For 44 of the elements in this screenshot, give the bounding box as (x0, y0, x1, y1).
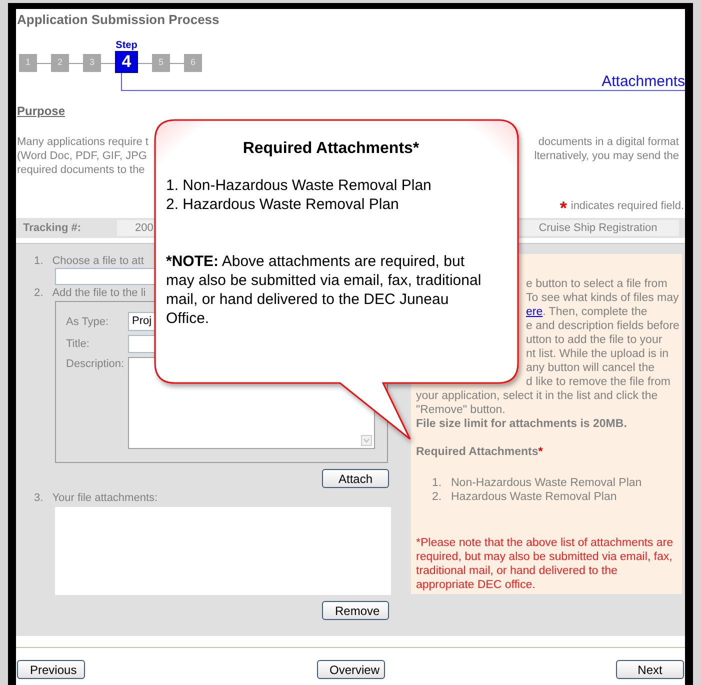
help-text: . Then, complete the (542, 306, 648, 318)
step-caption: Step (116, 40, 138, 51)
step-label: Your file attachments: (52, 491, 158, 505)
purpose-text: (Word Doc, PDF, GIF, JPG (17, 149, 147, 163)
help-text: d like to remove the file from (526, 376, 670, 388)
step-number: 1. (34, 254, 44, 268)
required-asterisk: * (560, 197, 567, 215)
help-text: any button will cancel the (526, 362, 654, 374)
purpose-text: lternatively, you may send the (534, 149, 679, 163)
page-title: Application Submission Process (16, 11, 220, 28)
purpose-heading: Purpose (16, 104, 66, 118)
tracking-label: Tracking #: (22, 220, 82, 236)
help-text: To see what kinds of files may (526, 292, 679, 304)
section-title: Attachments (602, 73, 685, 90)
callout-item: 2. Hazardous Waste Removal Plan (166, 195, 400, 214)
required-attachment-item: Non-Hazardous Waste Removal Plan (451, 476, 642, 490)
help-text: utton to add the file to your (526, 334, 662, 346)
step-number: 3. (34, 491, 44, 505)
callout-note: *NOTE: Above attachments are required, but may also be submitted via email, fax, traditional mail, or hand delivered to the DEC Juneau Office. (166, 252, 482, 328)
help-text: your application, select it in the list and click the (416, 389, 659, 403)
help-text: nt list. While the upload is in (526, 348, 669, 360)
required-asterisk: * (538, 445, 543, 459)
help-text: e and description fields before (526, 320, 680, 332)
size-limit-text: File size limit for attachments is 20MB. (416, 417, 628, 431)
help-text: "Remove" button. (416, 403, 506, 417)
purpose-text: documents in a digital format (538, 135, 679, 149)
purpose-text: required documents to the (17, 163, 145, 177)
help-text: e button to select a file from (526, 278, 668, 290)
step-label: Choose a file to att (52, 254, 144, 268)
callout-title: Required Attachments* (242, 139, 420, 158)
field-label: Description: (66, 357, 126, 371)
field-label: Title: (66, 337, 90, 351)
step-number: 2. (34, 286, 44, 300)
field-label: As Type: (66, 314, 110, 328)
purpose-text: Many applications require t (17, 135, 148, 149)
list-number: 1. (432, 476, 443, 490)
application-type: Cruise Ship Registration (517, 220, 679, 236)
callout-item: 1. Non-Hazardous Waste Removal Plan (166, 176, 432, 195)
required-attachments-heading: Required Attachments (416, 445, 538, 459)
required-note-text: *Please note that the above list of attachments are required, but may also be submitted via email, fax, traditional mail, or hand delivered to the appropriate DEC office. (416, 536, 674, 592)
required-field-note: indicates required field. (570, 199, 684, 213)
step-label: Add the file to the li (52, 286, 146, 300)
list-number: 2. (432, 490, 443, 504)
required-attachment-item: Hazardous Waste Removal Plan (451, 490, 617, 504)
